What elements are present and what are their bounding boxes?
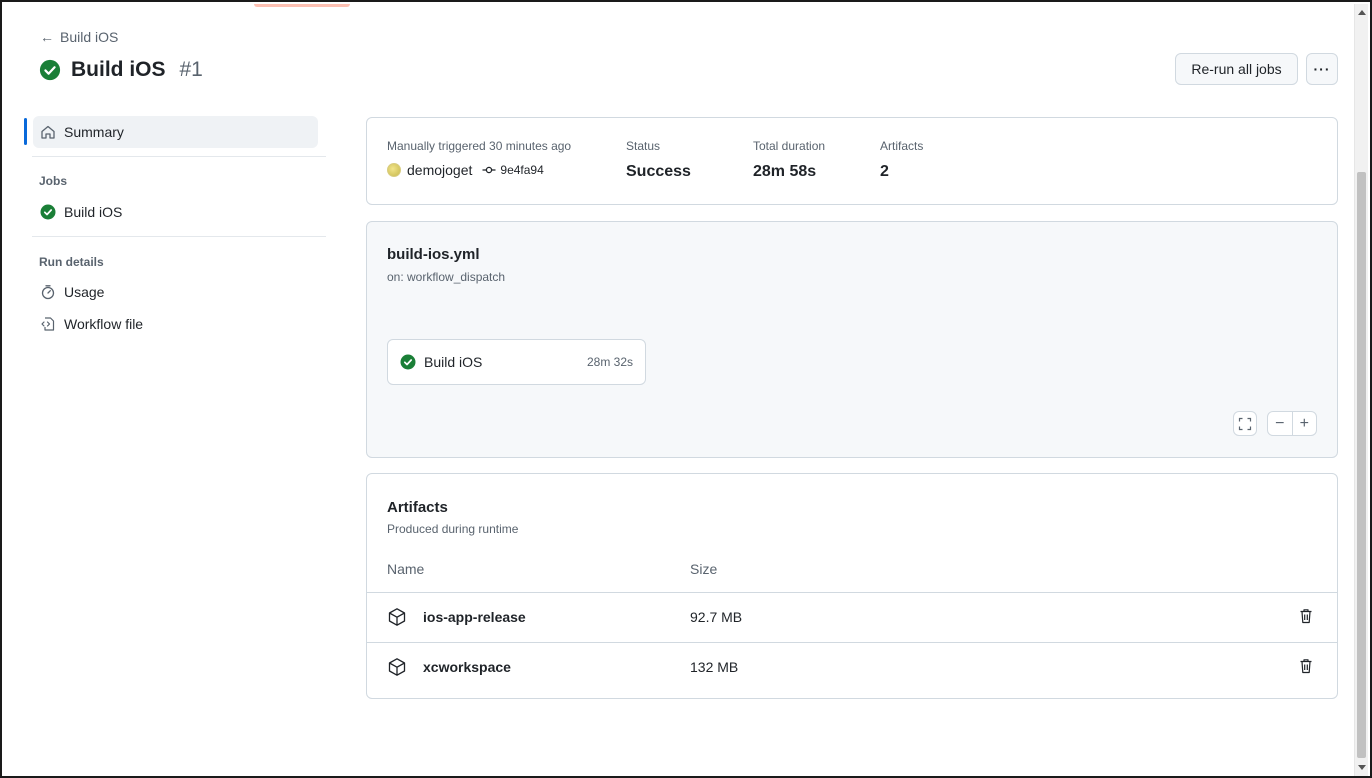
active-indicator xyxy=(24,118,27,145)
status-label: Status xyxy=(626,139,661,153)
duration-stat: Total duration 28m 58s xyxy=(753,139,825,181)
check-circle-icon xyxy=(39,59,61,81)
back-link-label: Build iOS xyxy=(60,29,119,45)
zoom-out-button[interactable]: − xyxy=(1268,415,1292,433)
artifact-name-link[interactable]: xcworkspace xyxy=(423,659,511,675)
package-icon xyxy=(388,608,406,626)
actor-link[interactable]: demojoget xyxy=(407,162,472,178)
sidebar-item-label: Summary xyxy=(64,124,124,140)
scroll-up-arrow-icon[interactable] xyxy=(1358,10,1366,15)
sidebar-item-label: Build iOS xyxy=(64,204,123,220)
rerun-all-jobs-button[interactable]: Re-run all jobs xyxy=(1175,53,1298,85)
artifact-size: 92.7 MB xyxy=(690,609,743,625)
commit-sha: 9e4fa94 xyxy=(500,163,544,177)
sidebar-item-usage[interactable]: Usage xyxy=(33,276,318,308)
zoom-in-button[interactable]: + xyxy=(1293,415,1317,433)
job-node-duration: 28m 32s xyxy=(586,355,633,369)
status-value: Success xyxy=(626,163,691,180)
table-row: ios-app-release 92.7 MB xyxy=(367,592,1337,642)
job-node-build-ios[interactable]: Build iOS 28m 32s xyxy=(387,339,646,385)
avatar[interactable] xyxy=(387,163,401,177)
page-title-row: Build iOS #1 xyxy=(39,58,203,82)
run-details-heading: Run details xyxy=(39,255,104,269)
tab-underline-accent xyxy=(254,4,350,7)
artifacts-card: Artifacts Produced during runtime Name S… xyxy=(366,473,1338,699)
duration-label: Total duration xyxy=(753,139,826,153)
zoom-controls: − + xyxy=(1267,411,1317,436)
fullscreen-icon xyxy=(1238,417,1252,430)
artifacts-count: 2 xyxy=(880,163,889,180)
page-title: Build iOS xyxy=(71,58,166,81)
workflow-file-name: build-ios.yml xyxy=(387,246,480,263)
run-summary-card: Manually triggered 30 minutes ago demojo… xyxy=(366,117,1338,205)
trash-icon[interactable] xyxy=(1299,608,1313,624)
artifacts-stat: Artifacts 2 xyxy=(880,139,923,181)
home-icon xyxy=(41,125,55,139)
artifact-name-link[interactable]: ios-app-release xyxy=(423,609,526,625)
jobs-heading: Jobs xyxy=(39,174,68,188)
artifact-size: 132 MB xyxy=(690,659,739,675)
sidebar-item-summary[interactable]: Summary xyxy=(33,116,318,148)
fullscreen-button[interactable] xyxy=(1233,411,1257,436)
git-commit-icon xyxy=(482,166,496,174)
workflow-graph-card: build-ios.yml on: workflow_dispatch Buil… xyxy=(366,221,1338,458)
artifacts-title: Artifacts xyxy=(387,499,448,516)
scrollbar-thumb[interactable] xyxy=(1357,172,1366,758)
sidebar-item-label: Workflow file xyxy=(64,316,144,332)
actor-row: demojoget 9e4fa94 xyxy=(387,162,571,178)
more-options-button[interactable]: ··· xyxy=(1306,53,1338,85)
package-icon xyxy=(388,658,406,676)
status-stat: Status Success xyxy=(626,139,691,181)
artifacts-subtitle: Produced during runtime xyxy=(387,522,519,536)
commit-link[interactable]: 9e4fa94 xyxy=(482,163,544,177)
trash-icon[interactable] xyxy=(1299,658,1313,674)
vertical-scrollbar[interactable] xyxy=(1354,4,1368,776)
file-code-icon xyxy=(41,317,55,331)
trigger-info: Manually triggered 30 minutes ago demojo… xyxy=(387,139,571,178)
sidebar-divider xyxy=(32,236,326,237)
workflow-trigger: on: workflow_dispatch xyxy=(387,270,506,284)
run-number: #1 xyxy=(179,58,203,81)
job-node-name: Build iOS xyxy=(424,354,483,370)
duration-value: 28m 58s xyxy=(753,163,817,180)
check-circle-icon xyxy=(40,204,56,220)
trigger-label: Manually triggered 30 minutes ago xyxy=(387,139,572,153)
sidebar-item-build-ios[interactable]: Build iOS xyxy=(33,196,318,228)
artifacts-label: Artifacts xyxy=(880,139,924,153)
sidebar-item-workflow-file[interactable]: Workflow file xyxy=(33,308,318,340)
browser-viewport: ← Build iOS Build iOS #1 Re-run all jobs… xyxy=(0,0,1372,778)
sidebar-divider xyxy=(32,156,326,157)
arrow-left-icon: ← xyxy=(40,29,54,45)
check-circle-icon xyxy=(400,354,416,370)
stopwatch-icon xyxy=(41,285,55,300)
column-header-size: Size xyxy=(690,561,718,577)
back-link[interactable]: ← Build iOS xyxy=(40,29,118,45)
sidebar-item-label: Usage xyxy=(64,284,105,300)
table-row: xcworkspace 132 MB xyxy=(367,642,1337,692)
column-header-name: Name xyxy=(387,561,425,577)
scroll-down-arrow-icon[interactable] xyxy=(1358,765,1366,770)
